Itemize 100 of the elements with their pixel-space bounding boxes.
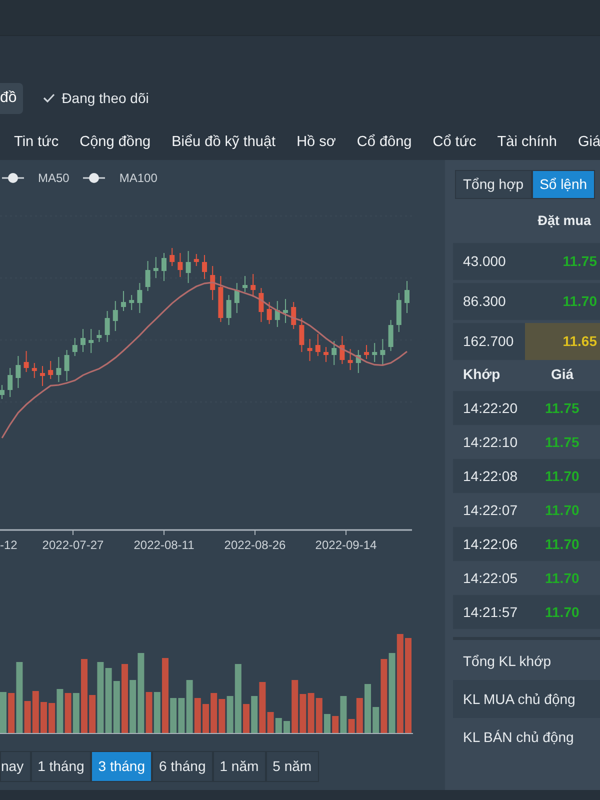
candlestick <box>64 350 70 382</box>
candlestick <box>404 280 410 314</box>
column-header: Giá <box>550 364 575 384</box>
candlestick <box>0 384 4 400</box>
price-cell: 11.65 <box>525 323 600 360</box>
price-cell-text: 11.75 <box>544 398 580 418</box>
candlestick <box>178 252 183 278</box>
price-cell-text: 11.75 <box>544 432 580 452</box>
table-cell-text: 14:22:10 <box>462 432 518 452</box>
range-button[interactable]: 6 tháng <box>152 751 213 782</box>
candlestick <box>340 336 345 364</box>
candlestick <box>380 338 386 366</box>
axis-label: 2022-09-14 <box>315 538 377 552</box>
candlestick <box>186 250 191 284</box>
candlestick <box>388 320 394 352</box>
candlestick <box>72 338 78 356</box>
price-cell-text: 11.70 <box>562 292 598 311</box>
candlestick <box>274 300 280 328</box>
price-cell-text: 11.70 <box>544 466 580 486</box>
candlestick <box>96 330 102 342</box>
candlestick <box>8 368 13 398</box>
candlestick <box>112 300 118 332</box>
axis-label: -12 <box>0 538 18 552</box>
candlestick <box>104 310 110 342</box>
nav-tab[interactable]: Tài chính <box>497 132 557 154</box>
price-cell-text: 11.75 <box>562 252 598 271</box>
candlestick <box>266 302 272 324</box>
panel-tab[interactable]: Sổ lệnh <box>532 170 596 199</box>
candlestick <box>242 276 248 292</box>
candlestick <box>258 288 264 322</box>
candlestick <box>88 328 94 354</box>
table-cell-text: 14:22:05 <box>462 568 518 588</box>
candlestick <box>153 256 158 278</box>
table-cell-text: 14:21:57 <box>462 602 518 622</box>
column-header: Khớp <box>462 364 502 384</box>
candlestick <box>332 340 337 366</box>
candlestick <box>324 346 328 362</box>
header-button[interactable]: đồ <box>0 83 23 114</box>
candlestick <box>218 276 224 322</box>
nav-tab[interactable]: Biểu đồ kỹ thuật <box>172 132 276 154</box>
table-cell-text: 43.000 <box>462 252 507 271</box>
range-button[interactable]: nay <box>0 751 31 782</box>
table-cell-text: 14:22:08 <box>462 466 518 486</box>
table-cell-text: 162.700 <box>462 332 515 351</box>
price-cell-text: 11.70 <box>544 602 580 622</box>
range-button[interactable]: 1 tháng <box>30 751 92 782</box>
candlestick <box>250 274 256 298</box>
candlestick <box>291 302 296 330</box>
legend-marker-icon[interactable] <box>83 172 106 184</box>
candlestick <box>356 350 361 374</box>
candlestick <box>283 298 288 324</box>
table-cell-text: 86.300 <box>462 292 507 311</box>
candlestick <box>348 348 353 370</box>
follow-label[interactable]: Đang theo dõi <box>62 88 149 109</box>
candlestick <box>32 362 37 378</box>
candlestick <box>129 294 134 310</box>
candlestick <box>364 344 369 360</box>
candlestick <box>226 294 232 326</box>
candlestick <box>307 338 312 362</box>
candlestick <box>299 318 304 352</box>
candlestick <box>315 334 320 356</box>
range-button[interactable]: 3 tháng <box>91 751 152 782</box>
candlestick <box>202 254 207 280</box>
range-button[interactable]: 1 năm <box>212 751 266 782</box>
axis-label: 2022-08-11 <box>134 538 194 552</box>
candlestick <box>80 328 86 352</box>
column-header: Đặt mua <box>536 212 591 230</box>
panel-tab[interactable]: Tổng hợp <box>455 170 532 199</box>
candlestick <box>40 366 45 386</box>
legend-label[interactable]: MA50 <box>38 169 70 187</box>
candlestick <box>56 356 62 382</box>
candlestick <box>16 356 21 388</box>
candlestick <box>121 290 126 312</box>
candlestick <box>194 254 199 266</box>
candlestick <box>396 292 402 332</box>
summary-label: KL MUA chủ động <box>463 690 576 709</box>
nav-tab[interactable]: Tin tức <box>14 132 59 154</box>
price-cell-text: 11.70 <box>544 534 580 554</box>
table-cell-text: 14:22:06 <box>462 534 518 554</box>
axis-label: 2022-08-26 <box>224 538 286 552</box>
range-button[interactable]: 5 năm <box>266 751 319 782</box>
nav-tab[interactable]: Cổ tức <box>432 132 476 154</box>
summary-label: KL BÁN chủ động <box>463 728 574 747</box>
nav-tab[interactable]: Hồ sơ <box>296 132 336 154</box>
nav-tab[interactable]: Cộng đồng <box>80 132 151 154</box>
candlestick <box>48 360 54 380</box>
candlestick <box>372 342 378 362</box>
candlestick <box>234 282 240 314</box>
price-cell-text: 11.70 <box>544 568 580 588</box>
axis-label: 2022-07-27 <box>42 538 104 552</box>
candlestick <box>145 260 150 292</box>
legend-marker-icon[interactable] <box>2 172 24 184</box>
table-cell-text: 14:22:07 <box>462 500 518 520</box>
nav-tab[interactable]: Cổ đông <box>356 132 412 154</box>
table-cell-text: 14:22:20 <box>462 398 518 418</box>
candlestick <box>24 350 29 372</box>
price-cell-text: 11.70 <box>544 500 580 520</box>
candlestick <box>137 282 142 314</box>
legend-label[interactable]: MA100 <box>119 169 158 187</box>
summary-label: Tổng KL khớp <box>463 652 552 671</box>
